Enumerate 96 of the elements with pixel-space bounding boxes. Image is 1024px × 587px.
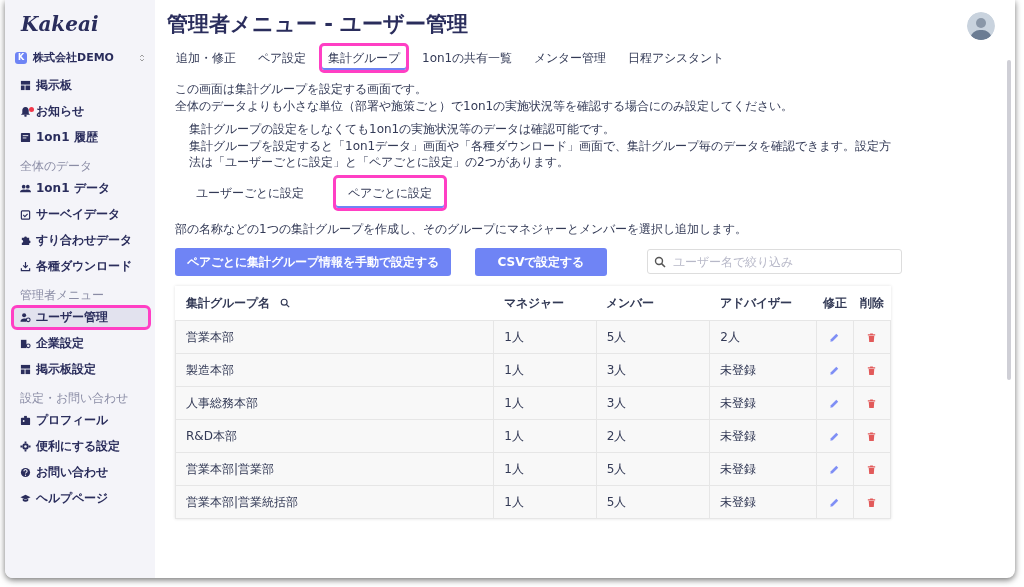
calendar-icon [20, 208, 31, 220]
search-icon[interactable] [279, 298, 290, 309]
sidebar-item[interactable]: ヘルプページ [11, 485, 151, 511]
sidebar-item[interactable]: プロフィール [11, 407, 151, 433]
download-icon [20, 260, 31, 272]
table-cell: 2人 [596, 419, 710, 453]
column-header: マネジャー [493, 285, 597, 321]
edit-pencil-icon[interactable] [829, 364, 841, 376]
tab[interactable]: メンター管理 [525, 43, 616, 74]
column-header: メンバー [596, 285, 710, 321]
trash-icon[interactable] [866, 463, 878, 475]
table-cell: 1人 [493, 485, 597, 519]
tab[interactable]: 1on1の共有一覧 [413, 43, 522, 74]
help-icon [20, 466, 31, 478]
table-cell: 未登録 [709, 353, 817, 387]
trash-icon[interactable] [866, 397, 878, 409]
table-cell: 3人 [596, 386, 710, 420]
search-field[interactable]: ユーザー名で絞り込み [647, 249, 902, 275]
table-cell: R&D本部 [175, 419, 494, 453]
column-header: 削除 [853, 285, 891, 321]
table-cell: 1人 [493, 353, 597, 387]
sub-tab[interactable]: ユーザーごとに設定 [181, 175, 319, 212]
table-cell: 製造本部 [175, 353, 494, 387]
edit-pencil-icon[interactable] [829, 430, 841, 442]
column-header: 修正 [816, 285, 854, 321]
sidebar-item[interactable]: 1on1 データ [11, 175, 151, 201]
trash-icon[interactable] [866, 364, 878, 376]
edit-pencil-icon[interactable] [829, 496, 841, 508]
table-cell: 5人 [596, 320, 710, 354]
board-icon [20, 79, 31, 91]
graduation-cap-icon [20, 492, 31, 504]
company-name: 株式会社DEMO [33, 50, 114, 66]
column-header: アドバイザー [709, 285, 817, 321]
company-logo-icon: K [15, 52, 27, 65]
table-cell: 未登録 [709, 485, 817, 519]
sidebar-item[interactable]: すり合わせデータ [11, 227, 151, 253]
sub-tab[interactable]: ペアごとに設定 [333, 175, 447, 212]
trash-icon[interactable] [866, 496, 878, 508]
board-icon [20, 363, 31, 375]
description-text: 部の名称などの1つの集計グループを作成し、そのグループにマネジャーとメンバーを選択し追加します。 [175, 221, 748, 238]
sidebar-item[interactable]: サーベイデータ [11, 201, 151, 227]
intro-text: 全体のデータよりも小さな単位（部署や施策ごと）で1on1の実施状況等を確認する場合にのみ設定してください。 [175, 98, 795, 115]
note-icon [20, 131, 31, 143]
trash-icon[interactable] [866, 430, 878, 442]
trash-icon[interactable] [866, 331, 878, 343]
sidebar-item[interactable]: ユーザー管理 [11, 304, 151, 330]
note-text: 集計グループの設定をしなくても1on1の実施状況等のデータは確認可能です。 [189, 120, 617, 138]
table-cell: 営業本部|営業部 [175, 452, 494, 486]
table-cell: 1人 [493, 452, 597, 486]
sidebar-section-label: 設定・お問い合わせ [19, 389, 129, 407]
sidebar-item[interactable]: 企業設定 [11, 330, 151, 356]
intro-text: この画面は集計グループを設定する画面です。 [175, 81, 428, 98]
logo: Kakeai [21, 14, 100, 34]
page-title: 管理者メニュー - ユーザー管理 [167, 12, 469, 38]
search-icon [654, 256, 666, 269]
sidebar-item[interactable]: 掲示板設定 [11, 356, 151, 382]
table-cell: 営業本部|営業統括部 [175, 485, 494, 519]
table-cell: 営業本部 [175, 320, 494, 354]
sidebar-item[interactable]: 1on1 履歴 [11, 124, 151, 150]
table-cell: 未登録 [709, 452, 817, 486]
avatar[interactable] [967, 12, 995, 40]
table-cell: 1人 [493, 320, 597, 354]
sidebar-item[interactable]: お知らせ [11, 98, 151, 124]
user-gear-icon [20, 311, 31, 323]
tab[interactable]: 集計グループ [319, 43, 409, 74]
switcher-chevron-icon[interactable] [139, 53, 145, 64]
settings-icon [20, 440, 31, 452]
table-cell: 5人 [596, 485, 710, 519]
table-cell: 5人 [596, 452, 710, 486]
table-cell: 未登録 [709, 419, 817, 453]
table-cell: 1人 [493, 386, 597, 420]
sidebar-section-label: 管理者メニュー [19, 286, 105, 304]
sidebar-item[interactable]: 各種ダウンロード [11, 253, 151, 279]
column-header: 集計グループ名 [185, 295, 270, 310]
scrollbar[interactable] [1007, 60, 1011, 380]
tab[interactable]: ペア設定 [249, 43, 315, 74]
edit-pencil-icon[interactable] [829, 463, 841, 475]
table-cell: 未登録 [709, 386, 817, 420]
puzzle-icon [20, 234, 31, 246]
bell-icon [20, 105, 31, 117]
building-icon [20, 337, 31, 349]
id-card-icon [20, 414, 31, 426]
edit-pencil-icon[interactable] [829, 331, 841, 343]
tab[interactable]: 追加・修正 [167, 43, 245, 74]
people-icon [20, 182, 31, 194]
note-text: 集計グループを設定すると「1on1データ」画面や「各種ダウンロード」画面で、集計グループ毎のデータを確認できます。設定方法は「ユーザーごとに設定」と「ペアごとに設定」の2つがあります。 [189, 137, 893, 172]
edit-pencil-icon[interactable] [829, 397, 841, 409]
table-cell: 1人 [493, 419, 597, 453]
tab[interactable]: 日程アシスタント [619, 43, 734, 74]
table-cell: 2人 [709, 320, 817, 354]
sidebar-item[interactable]: 掲示板 [11, 72, 151, 98]
sidebar-section-label: 全体のデータ [19, 157, 93, 175]
table-cell: 人事総務本部 [175, 386, 494, 420]
table-cell: 3人 [596, 353, 710, 387]
sidebar-item[interactable]: 便利にする設定 [11, 433, 151, 459]
sidebar-item[interactable]: お問い合わせ [11, 459, 151, 485]
